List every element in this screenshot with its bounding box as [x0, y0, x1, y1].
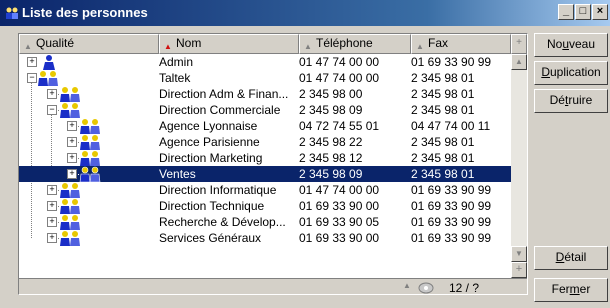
cell-fax: 2 345 98 01: [411, 135, 475, 149]
cell-fax: 01 69 33 90 99: [411, 215, 492, 229]
fermer-button[interactable]: Fermer: [534, 278, 608, 302]
cell-nom: Direction Technique: [159, 199, 265, 213]
persons-list[interactable]: ▲ Qualité ▲ Nom ▲ Téléphone ▲ Fax + + Adm…: [18, 33, 528, 295]
cell-fax: 04 47 74 00 11: [411, 119, 491, 133]
group-icon: [77, 166, 105, 183]
group-icon: [77, 118, 105, 134]
cell-nom: Direction Adm & Finan...: [159, 87, 289, 101]
table-row[interactable]: − Taltek 01 47 74 00 00 2 345 98 01: [19, 70, 511, 86]
cell-tel: 01 69 33 90 00: [299, 231, 380, 245]
table-row[interactable]: + Direction Informatique 01 47 74 00 00 01 …: [19, 182, 511, 198]
cell-nom: Admin: [159, 55, 194, 69]
cell-nom: Taltek: [159, 71, 191, 85]
cell-tel: 2 345 98 00: [299, 87, 363, 101]
cell-fax: 01 69 33 90 99: [411, 199, 492, 213]
table-row[interactable]: − Direction Commerciale 2 345 98 09 2 345 9…: [19, 102, 511, 118]
expand-icon[interactable]: +: [67, 169, 77, 179]
cell-nom: Direction Informatique: [159, 183, 277, 197]
column-header-fax[interactable]: ▲ Fax: [411, 34, 511, 54]
expand-icon[interactable]: +: [47, 217, 57, 227]
column-chooser-button[interactable]: +: [511, 34, 527, 54]
expand-icon[interactable]: +: [67, 137, 77, 147]
expand-icon[interactable]: +: [67, 153, 77, 163]
cell-fax: 2 345 98 01: [411, 103, 475, 117]
record-counter: 12 / ?: [449, 281, 480, 295]
table-row[interactable]: + Agence Parisienne 2 345 98 22 2 345 98 01: [19, 134, 511, 150]
expand-icon[interactable]: +: [47, 233, 57, 243]
cell-tel: 2 345 98 22: [299, 135, 363, 149]
cell-tel: 01 69 33 90 05: [299, 215, 380, 229]
cell-nom: Direction Commerciale: [159, 103, 281, 117]
table-row[interactable]: + Recherche & Dévelop... 01 69 33 90 05 01 …: [19, 214, 511, 230]
cell-fax: 2 345 98 01: [411, 167, 475, 181]
cell-tel: 2 345 98 09: [299, 103, 363, 117]
group-icon: [57, 102, 85, 118]
cell-tel: 01 47 74 00 00: [299, 183, 380, 197]
cell-nom: Agence Lyonnaise: [159, 119, 258, 133]
duplication-button[interactable]: Duplication: [534, 61, 608, 85]
cell-fax: 01 69 33 90 99: [411, 231, 492, 245]
cell-tel: 04 72 74 55 01: [299, 119, 380, 133]
find-icon[interactable]: [417, 281, 435, 295]
title-bar: Liste des personnes _ □ ×: [0, 0, 610, 26]
nouveau-button[interactable]: Nouveau: [534, 33, 608, 57]
sort-arrow-active-icon: ▲: [164, 42, 172, 51]
window-title: Liste des personnes: [22, 5, 148, 20]
group-icon: [77, 134, 105, 150]
collapse-icon[interactable]: −: [47, 105, 57, 115]
table-row-selected[interactable]: + Ventes 2 345 98 09 2 345 98 01: [19, 166, 511, 183]
scroll-up-button[interactable]: ▲: [511, 54, 527, 70]
group-icon: [57, 86, 85, 102]
scroll-down-button[interactable]: ▼: [511, 246, 527, 262]
cell-nom: Direction Marketing: [159, 151, 263, 165]
group-icon: [57, 230, 85, 246]
group-icon: [35, 70, 63, 86]
table-row[interactable]: + Agence Lyonnaise 04 72 74 55 01 04 47 74 …: [19, 118, 511, 134]
scroll-add-button[interactable]: +: [511, 262, 527, 278]
cell-fax: 2 345 98 01: [411, 151, 475, 165]
sort-arrow-icon: ▲: [24, 42, 32, 51]
group-icon: [57, 214, 85, 230]
cell-tel: 01 47 74 00 00: [299, 71, 380, 85]
sort-arrow-icon: ▲: [416, 42, 424, 51]
group-icon: [77, 150, 105, 166]
cell-nom: Ventes: [159, 167, 196, 181]
cell-tel: 2 345 98 09: [299, 167, 363, 181]
person-icon: [35, 54, 63, 70]
column-header-telephone[interactable]: ▲ Téléphone: [299, 34, 411, 54]
cell-fax: 2 345 98 01: [411, 87, 475, 101]
window-people-icon: [6, 7, 18, 19]
detruire-button[interactable]: Détruire: [534, 89, 608, 113]
close-button[interactable]: ×: [592, 4, 608, 20]
expand-icon[interactable]: +: [47, 201, 57, 211]
table-row[interactable]: + Services Généraux 01 69 33 90 00 01 69 33…: [19, 230, 511, 246]
status-bar: ▲ 12 / ?: [19, 278, 527, 295]
cell-nom: Agence Parisienne: [159, 135, 260, 149]
expand-icon[interactable]: +: [47, 89, 57, 99]
minimize-button[interactable]: _: [558, 4, 574, 20]
cell-tel: 01 69 33 90 00: [299, 199, 380, 213]
cell-fax: 01 69 33 90 99: [411, 183, 492, 197]
sort-indicator-icon: ▲: [403, 281, 411, 290]
maximize-button[interactable]: □: [575, 4, 591, 20]
group-icon: [57, 182, 85, 198]
cell-tel: 2 345 98 12: [299, 151, 363, 165]
table-row[interactable]: + Direction Technique 01 69 33 90 00 01 69 …: [19, 198, 511, 214]
expand-icon[interactable]: +: [67, 121, 77, 131]
column-header-nom[interactable]: ▲ Nom: [159, 34, 299, 54]
group-icon: [57, 198, 85, 214]
cell-nom: Services Généraux: [159, 231, 262, 245]
sort-arrow-icon: ▲: [304, 42, 312, 51]
vertical-scrollbar[interactable]: ▲ ▼ +: [511, 54, 527, 278]
table-row[interactable]: + Direction Marketing 2 345 98 12 2 345 98 …: [19, 150, 511, 166]
cell-fax: 01 69 33 90 99: [411, 55, 492, 69]
cell-fax: 2 345 98 01: [411, 71, 475, 85]
cell-tel: 01 47 74 00 00: [299, 55, 380, 69]
cell-nom: Recherche & Dévelop...: [159, 215, 286, 229]
column-header-qualite[interactable]: ▲ Qualité: [19, 34, 159, 54]
detail-button[interactable]: Détail: [534, 246, 608, 270]
table-row[interactable]: + Direction Adm & Finan... 2 345 98 00 2 34…: [19, 86, 511, 102]
expand-icon[interactable]: +: [47, 185, 57, 195]
table-row[interactable]: + Admin 01 47 74 00 00 01 69 33 90 99: [19, 54, 511, 70]
